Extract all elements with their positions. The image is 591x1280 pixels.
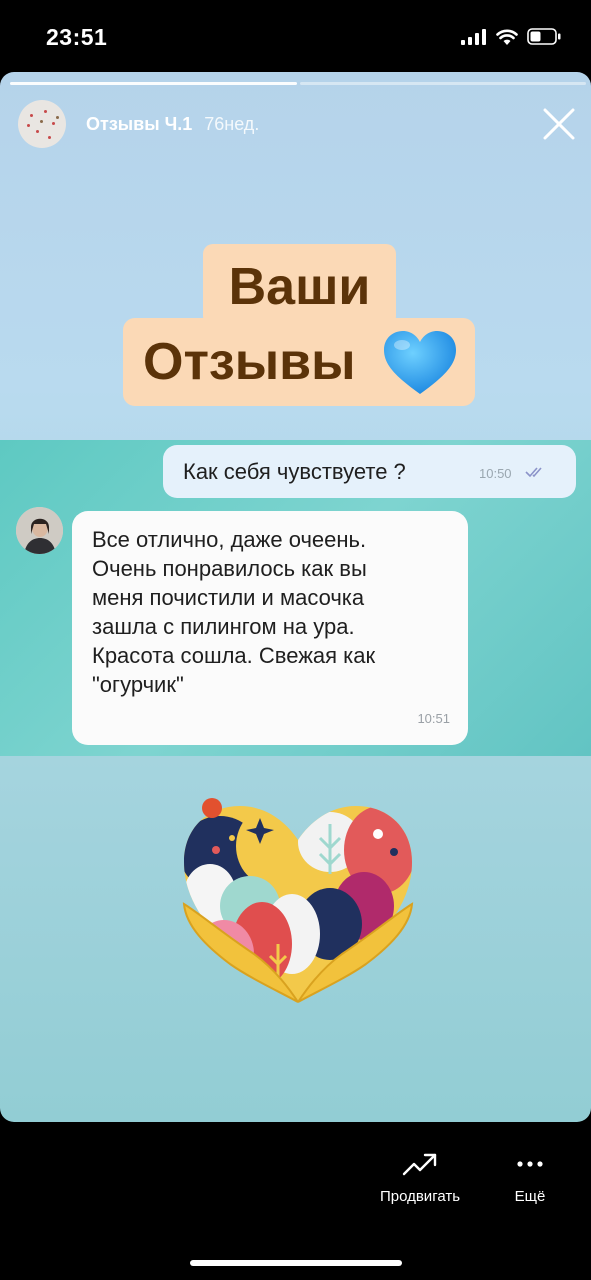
- status-icons: [461, 28, 561, 45]
- trend-arrow-icon: [402, 1153, 437, 1176]
- outgoing-message: Как себя чувствуете ? 10:50: [163, 445, 576, 498]
- message-line: меня почистили и масочка: [92, 585, 365, 610]
- outgoing-message-time: 10:50: [479, 466, 512, 481]
- message-line: зашла с пилингом на ура.: [92, 614, 355, 639]
- hands-heart-illustration: [182, 798, 414, 1003]
- more-dots-icon: [517, 1161, 543, 1167]
- title-line-1: Ваши: [203, 244, 396, 326]
- title-line-2-text: Отзывы: [143, 333, 356, 391]
- message-line: Очень понравилось как вы: [92, 556, 367, 581]
- story-card[interactable]: Отзывы Ч.1 76нед. Ваши Отзывы Как себя ч…: [0, 72, 591, 1122]
- blue-heart-icon: [384, 331, 456, 394]
- progress-segment: [10, 82, 297, 85]
- story-avatar[interactable]: [18, 100, 66, 148]
- outgoing-message-text: Как себя чувствуете ?: [183, 459, 406, 484]
- story-name[interactable]: Отзывы Ч.1: [86, 114, 192, 135]
- wifi-icon: [496, 29, 518, 45]
- battery-icon: [527, 28, 561, 45]
- close-icon[interactable]: [541, 106, 577, 142]
- bottom-bar: Продвигать Ещё: [0, 1122, 591, 1280]
- message-line: "огурчик": [92, 672, 184, 697]
- signal-icon: [461, 28, 486, 45]
- promote-label: Продвигать: [379, 1188, 461, 1205]
- double-check-icon: [525, 467, 542, 478]
- more-button[interactable]: Ещё: [502, 1152, 558, 1205]
- status-time: 23:51: [46, 24, 108, 50]
- chat-screenshot: Как себя чувствуете ? 10:50 Все отлично,…: [0, 440, 591, 756]
- status-bar: 23:51: [0, 0, 591, 72]
- story-progress-bar: [10, 82, 586, 85]
- story-age: 76нед.: [204, 113, 260, 134]
- home-indicator[interactable]: [190, 1260, 402, 1266]
- message-line: Все отлично, даже очеень.: [92, 527, 367, 552]
- promote-button[interactable]: Продвигать: [362, 1152, 478, 1205]
- chat-avatar: [16, 507, 63, 554]
- incoming-message: Все отлично, даже очеень. Очень понравил…: [72, 511, 468, 745]
- message-line: Красота сошла. Свежая как: [92, 643, 376, 668]
- incoming-message-time: 10:51: [417, 711, 450, 726]
- progress-segment: [299, 82, 586, 85]
- story-header: Отзывы Ч.1 76нед.: [18, 100, 259, 148]
- more-label: Ещё: [514, 1188, 546, 1205]
